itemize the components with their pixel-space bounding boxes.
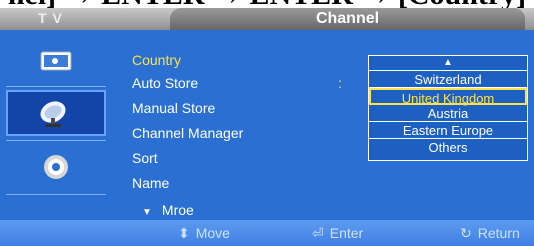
picture-icon: [40, 51, 72, 71]
sidebar-item-channel[interactable]: [6, 90, 106, 136]
sidebar-divider: [6, 140, 106, 141]
return-label: Return: [477, 225, 520, 241]
tv-osd-menu: T V Channel Country Auto Store Manual St…: [0, 8, 534, 246]
return-icon: ↻: [460, 225, 472, 241]
move-label: Move: [195, 225, 230, 241]
dropdown-option[interactable]: Others: [369, 139, 527, 156]
value-colon: :: [338, 75, 342, 91]
scroll-up-icon[interactable]: ▲: [369, 56, 527, 71]
sidebar-item-setup[interactable]: [6, 144, 106, 190]
footer-return: ↻ Return: [460, 225, 520, 242]
menu-item-more[interactable]: ▼ Mroe: [142, 202, 194, 218]
menu-item-manual-store[interactable]: Manual Store: [132, 100, 215, 116]
sidebar-divider: [6, 86, 106, 87]
dropdown-option[interactable]: Austria: [369, 105, 527, 122]
more-arrow-icon: ▼: [142, 207, 152, 218]
osd-header: T V Channel: [0, 8, 534, 30]
dropdown-option-selected[interactable]: United Kingdom: [369, 88, 527, 106]
header-title-tab: Channel: [170, 8, 525, 30]
tv-label: T V: [38, 10, 63, 26]
enter-label: Enter: [329, 225, 364, 241]
osd-footer: ⬍ Move ⏎ Enter ↻ Return: [0, 220, 534, 246]
dropdown-option[interactable]: Eastern Europe: [369, 122, 527, 139]
footer-enter: ⏎ Enter: [312, 225, 363, 242]
footer-move: ⬍ Move: [178, 225, 230, 242]
sidebar: [0, 30, 112, 220]
sidebar-divider: [6, 194, 106, 195]
setup-gear-icon: [44, 155, 68, 179]
more-label: Mroe: [161, 202, 194, 218]
country-dropdown[interactable]: ▲ Switzerland United Kingdom Austria Eas…: [368, 55, 528, 161]
page-title: Channel: [315, 10, 380, 27]
channel-menu-panel: Country Auto Store Manual Store Channel …: [112, 30, 534, 220]
sidebar-item-picture[interactable]: [6, 38, 106, 84]
menu-item-country[interactable]: Country: [132, 52, 181, 68]
dropdown-option[interactable]: Switzerland: [369, 71, 527, 88]
enter-icon: ⏎: [312, 225, 324, 241]
menu-item-name[interactable]: Name: [132, 175, 169, 191]
satellite-dish-icon: [40, 101, 66, 127]
menu-item-channel-manager[interactable]: Channel Manager: [132, 125, 243, 141]
menu-item-auto-store[interactable]: Auto Store: [132, 75, 198, 91]
menu-item-sort[interactable]: Sort: [132, 150, 158, 166]
move-arrows-icon: ⬍: [178, 225, 190, 241]
